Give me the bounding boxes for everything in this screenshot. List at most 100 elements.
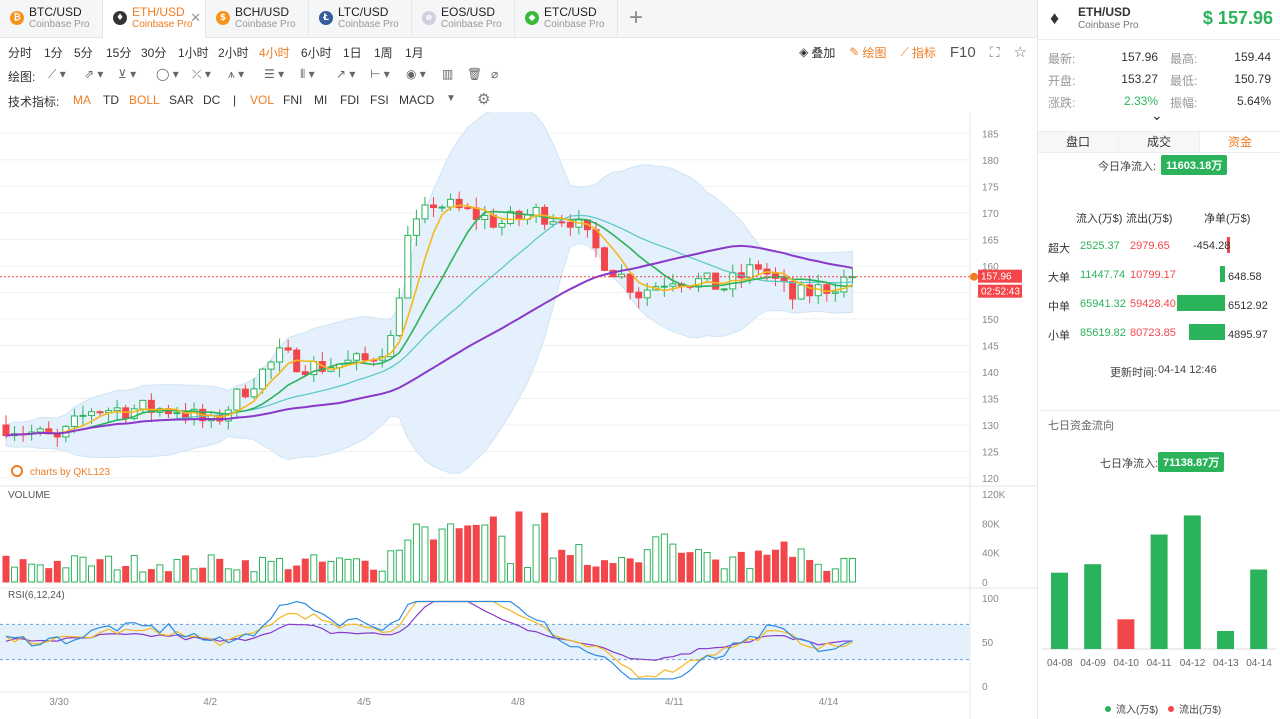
pattern-tool-icon[interactable]: ⩚ ▾ <box>228 67 244 82</box>
stat-value: 5.64% <box>1236 94 1271 108</box>
indicator-boll[interactable]: BOLL <box>129 93 160 107</box>
volume-bar <box>199 567 207 583</box>
update-time-label: 更新时间: <box>1110 367 1158 379</box>
volume-bar <box>45 568 53 583</box>
indicator-mi[interactable]: MI <box>314 93 327 107</box>
indicator-fni[interactable]: FNI <box>283 93 302 107</box>
bar-tool-icon[interactable]: ▥ <box>442 67 453 81</box>
volume-bar <box>729 556 737 583</box>
seven-day-date: 04-13 <box>1213 658 1239 669</box>
candle-body <box>88 411 95 416</box>
interval-6[interactable]: 2小时 <box>218 44 249 61</box>
tab-exchange: Coinbase Pro <box>338 19 399 30</box>
interval-2[interactable]: 5分 <box>74 44 93 61</box>
candle-body <box>789 281 797 300</box>
candlestick-chart[interactable]: 1851801751701651601551501451401351301251… <box>0 107 1037 719</box>
tab-bch-usd[interactable]: $ BCH/USD Coinbase Pro <box>206 0 309 38</box>
candle-body <box>746 264 754 279</box>
interval-4[interactable]: 30分 <box>141 44 166 61</box>
draw-button[interactable]: ✎ 绘图 <box>849 44 886 61</box>
interval-3[interactable]: 15分 <box>106 44 131 61</box>
indicator-td[interactable]: TD <box>103 93 119 107</box>
tab-symbol: EOS/USD <box>441 5 496 19</box>
update-time-value: 04-14 12:46 <box>1158 364 1217 376</box>
indicator-sar[interactable]: SAR <box>169 93 194 107</box>
litecoin-icon: Ł <box>319 11 333 25</box>
interval-9[interactable]: 1日 <box>343 44 362 61</box>
candle-body <box>515 210 523 220</box>
candle-body <box>404 234 412 299</box>
interval-7[interactable]: 4小时 <box>259 44 290 61</box>
volume-bar <box>609 563 617 583</box>
candle-body <box>464 207 472 210</box>
indicator-ma[interactable]: MA <box>73 93 91 107</box>
candle-body <box>660 285 668 288</box>
indicator-vol[interactable]: VOL <box>250 93 274 107</box>
trash-icon[interactable]: 🗑 <box>467 67 482 81</box>
chart-toolbar: ◈ 叠加 ✎ 绘图 ⟋ 指标 F10 ⛶ ☆ <box>785 42 1037 62</box>
tab-btc-usd[interactable]: ₿ BTC/USD Coinbase Pro <box>0 0 103 38</box>
candle-body <box>703 272 711 280</box>
tab-eth-usd[interactable]: ♦ ETH/USD Coinbase Pro ✕ <box>103 0 206 38</box>
close-icon[interactable]: ✕ <box>190 10 201 26</box>
panel-tab-1[interactable]: 成交 <box>1119 132 1200 152</box>
arrow-tool-icon[interactable]: ↗ ▾ <box>336 67 355 81</box>
line-tool-icon[interactable]: ⟋ ▾ <box>48 67 66 82</box>
interval-8[interactable]: 6小时 <box>301 44 332 61</box>
seven-day-bar <box>1250 569 1268 649</box>
fullscreen-icon[interactable]: ⛶ <box>990 44 1000 61</box>
price-tick-label: 125 <box>982 447 999 458</box>
star-icon[interactable]: ☆ <box>1014 43 1027 61</box>
indicator-macd[interactable]: MACD <box>399 93 434 107</box>
tab-ltc-usd[interactable]: Ł LTC/USD Coinbase Pro <box>309 0 412 38</box>
circle-tool-icon[interactable]: ◯ ▾ <box>156 67 179 81</box>
volume-bar <box>105 555 113 583</box>
settings-gear-icon[interactable]: ⚙ <box>477 90 490 108</box>
stat-row: 最新: 157.96 最高: 159.44 <box>1038 44 1280 66</box>
chart-area[interactable]: 1851801751701651601551501451401351301251… <box>0 107 1037 719</box>
panel-tab-0[interactable]: 盘口 <box>1038 132 1119 152</box>
tab-symbol: LTC/USD <box>338 5 389 19</box>
gann-tool-icon[interactable]: ⦀ ▾ <box>300 67 315 82</box>
indicator-fsi[interactable]: FSI <box>370 93 389 107</box>
indicator-dc[interactable]: DC <box>203 93 220 107</box>
volume-bar <box>190 568 198 583</box>
interval-1[interactable]: 1分 <box>44 44 63 61</box>
volume-bar <box>421 526 429 583</box>
volume-bar <box>164 571 172 583</box>
date-tick-label: 4/5 <box>357 697 371 708</box>
pencil-icon: ✎ <box>849 45 860 59</box>
flow-out: 80723.85 <box>1130 327 1176 339</box>
interval-11[interactable]: 1月 <box>405 44 424 61</box>
interval-5[interactable]: 1小时 <box>178 44 209 61</box>
interval-0[interactable]: 分时 <box>8 44 32 61</box>
cross-tool-icon[interactable]: ⤫ ▾ <box>192 67 211 82</box>
volume-bar <box>848 557 856 583</box>
tab-eos-usd[interactable]: e EOS/USD Coinbase Pro <box>412 0 515 38</box>
volume-bar <box>216 558 224 583</box>
candle-body <box>558 221 566 224</box>
overlay-button[interactable]: ◈ 叠加 <box>799 44 835 61</box>
eraser-icon[interactable]: ⌀ <box>491 67 498 81</box>
indicator-button[interactable]: ⟋ 指标 <box>900 44 935 61</box>
volume-bar <box>241 560 249 583</box>
measure-tool-icon[interactable]: ⊢ ▾ <box>370 67 390 81</box>
indicator-label: 技术指标: <box>8 95 60 109</box>
fibonacci-tool-icon[interactable]: ☰ ▾ <box>264 67 284 81</box>
comment-tool-icon[interactable]: ◉ ▾ <box>406 67 426 81</box>
tab-etc-usd[interactable]: ◆ ETC/USD Coinbase Pro <box>515 0 618 38</box>
flow-net: -454.28 <box>1193 240 1231 252</box>
interval-10[interactable]: 1周 <box>374 44 393 61</box>
volume-bar <box>772 549 779 583</box>
chevron-down-icon[interactable]: ⌄ <box>1151 107 1163 124</box>
more-indicators-icon[interactable]: ▼ <box>446 93 456 104</box>
bitcoin-icon: ₿ <box>10 11 24 25</box>
f10-button[interactable]: F10 <box>950 44 976 61</box>
volume-bar <box>233 569 241 583</box>
add-tab-icon[interactable]: + <box>618 0 654 38</box>
indicator-fdi[interactable]: FDI <box>340 93 359 107</box>
panel-tab-2[interactable]: 资金 <box>1200 132 1280 152</box>
volume-bar <box>695 549 703 583</box>
ray-tool-icon[interactable]: ⇗ ▾ <box>84 67 103 81</box>
channel-tool-icon[interactable]: ⊻ ▾ <box>118 67 136 81</box>
